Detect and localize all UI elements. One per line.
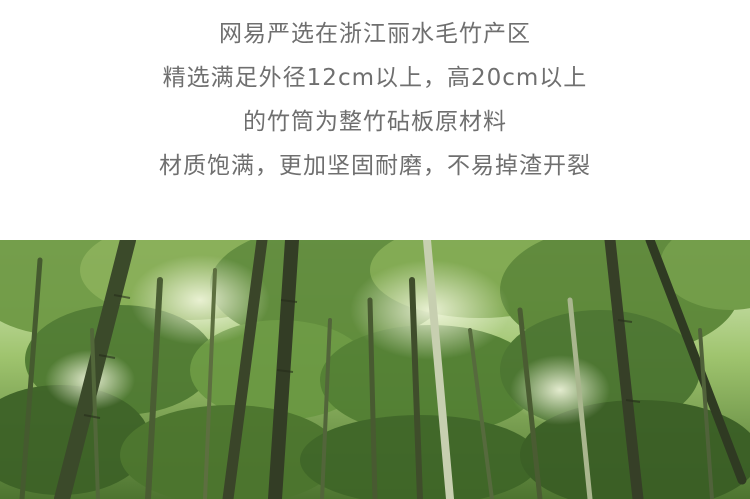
description-line-3: 的竹筒为整竹砧板原材料 (243, 109, 507, 135)
product-description-page: 网易严选在浙江丽水毛竹产区 精选满足外径12cm以上，高20cm以上 的竹筒为整… (0, 0, 750, 499)
description-line-1: 网易严选在浙江丽水毛竹产区 (219, 21, 531, 47)
description-line-2: 精选满足外径12cm以上，高20cm以上 (162, 65, 588, 91)
description-line-4: 材质饱满，更加坚固耐磨，不易掉渣开裂 (159, 153, 591, 179)
bamboo-forest-photo (0, 240, 750, 499)
description-text-block: 网易严选在浙江丽水毛竹产区 精选满足外径12cm以上，高20cm以上 的竹筒为整… (0, 12, 750, 188)
bamboo-forest-illustration (0, 240, 750, 499)
